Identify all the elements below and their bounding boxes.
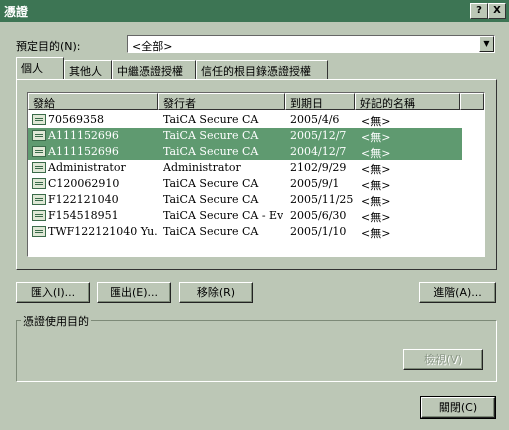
- purpose-value: <全部>: [132, 40, 173, 53]
- cell-expires: 2005/9/1: [290, 177, 340, 190]
- certificate-icon: [32, 162, 46, 173]
- purpose-label: 預定目的(N):: [16, 40, 81, 53]
- chevron-down-icon[interactable]: ▼: [479, 36, 494, 52]
- certificate-icon: [32, 130, 46, 141]
- close-icon[interactable]: X: [488, 3, 506, 19]
- certificate-list[interactable]: 發給 發行者 到期日 好記的名稱 70569358 TaiCA Secure CA…: [27, 92, 485, 257]
- table-row[interactable]: A111152696 TaiCA Secure CA 2004/12/7 <無>: [28, 144, 462, 160]
- window-title: 憑證: [4, 5, 29, 19]
- cell-friendly-name: <無>: [361, 179, 391, 192]
- table-row[interactable]: F122121040 TaiCA Secure CA 2005/11/25 <無>: [28, 192, 462, 208]
- table-row[interactable]: TWF122121040 Yu... TaiCA Secure CA 2005/1/…: [28, 224, 462, 240]
- cell-issued-to: A111152696: [48, 145, 119, 158]
- table-row[interactable]: C120062910 TaiCA Secure CA 2005/9/1 <無>: [28, 176, 462, 192]
- cell-friendly-name: <無>: [361, 163, 391, 176]
- cell-expires: 2005/6/30: [290, 209, 347, 222]
- help-button[interactable]: ?: [470, 3, 488, 19]
- certificate-icon: [32, 210, 46, 221]
- cell-issuer: TaiCA Secure CA: [163, 113, 259, 126]
- certificate-icon: [32, 146, 46, 157]
- purpose-select[interactable]: <全部> ▼: [127, 35, 495, 53]
- column-expiration[interactable]: 到期日: [285, 93, 355, 110]
- cell-friendly-name: <無>: [361, 147, 391, 160]
- cell-issuer: TaiCA Secure CA: [163, 177, 259, 190]
- table-row[interactable]: F154518951 TaiCA Secure CA - Ev... 2005/6/…: [28, 208, 462, 224]
- table-row[interactable]: Administrator Administrator 2102/9/29 <無>: [28, 160, 462, 176]
- cell-issuer: TaiCA Secure CA: [163, 193, 259, 206]
- certificate-icon: [32, 114, 46, 125]
- table-row[interactable]: A111152696 TaiCA Secure CA 2005/12/7 <無>: [28, 128, 462, 144]
- tab-personal[interactable]: 個人: [16, 57, 64, 79]
- cell-issued-to: F122121040: [48, 193, 119, 206]
- cell-issuer: Administrator: [163, 161, 241, 174]
- cell-expires: 2005/12/7: [290, 129, 347, 142]
- certificate-icon: [32, 194, 46, 205]
- advanced-button[interactable]: 進階(A)...: [419, 282, 496, 303]
- cell-expires: 2005/4/6: [290, 113, 340, 126]
- cell-issuer: TaiCA Secure CA: [163, 145, 259, 158]
- cell-issuer: TaiCA Secure CA: [163, 129, 259, 142]
- cell-issued-to: Administrator: [48, 161, 126, 174]
- cell-friendly-name: <無>: [361, 115, 391, 128]
- cell-friendly-name: <無>: [361, 131, 391, 144]
- cell-issued-to: F154518951: [48, 209, 119, 222]
- close-button[interactable]: 關閉(C): [420, 396, 496, 419]
- column-issuer[interactable]: 發行者: [158, 93, 285, 110]
- view-button[interactable]: 檢視(V): [403, 349, 483, 370]
- cell-friendly-name: <無>: [361, 211, 391, 224]
- title-bar: 憑證 ? X: [0, 0, 509, 22]
- tab-intermediate-ca[interactable]: 中繼憑證授權: [112, 60, 196, 79]
- certificate-icon: [32, 178, 46, 189]
- export-button[interactable]: 匯出(E)...: [97, 282, 171, 303]
- cell-issued-to: A111152696: [48, 129, 119, 142]
- cell-issued-to: 70569358: [48, 113, 104, 126]
- tab-others[interactable]: 其他人: [64, 60, 112, 79]
- column-issued-to[interactable]: 發給: [28, 93, 158, 110]
- cell-issuer: TaiCA Secure CA - Ev...: [163, 209, 283, 222]
- certificate-icon: [32, 226, 46, 237]
- cell-friendly-name: <無>: [361, 195, 391, 208]
- column-spacer: [460, 93, 484, 110]
- usage-group-label: 憑證使用目的: [21, 313, 91, 329]
- cell-expires: 2004/12/7: [290, 145, 347, 158]
- tab-trusted-root-ca[interactable]: 信任的根目錄憑證授權: [196, 60, 328, 79]
- cell-expires: 2005/11/25: [290, 193, 354, 206]
- column-friendly-name[interactable]: 好記的名稱: [355, 93, 460, 110]
- remove-button[interactable]: 移除(R): [179, 282, 253, 303]
- cell-friendly-name: <無>: [361, 227, 391, 240]
- cell-expires: 2005/1/10: [290, 225, 347, 238]
- cell-issued-to: C120062910: [48, 177, 120, 190]
- table-row[interactable]: 70569358 TaiCA Secure CA 2005/4/6 <無>: [28, 112, 462, 128]
- cell-issued-to: TWF122121040 Yu...: [48, 225, 158, 238]
- cell-expires: 2102/9/29: [290, 161, 347, 174]
- import-button[interactable]: 匯入(I)...: [16, 282, 90, 303]
- cell-issuer: TaiCA Secure CA: [163, 225, 259, 238]
